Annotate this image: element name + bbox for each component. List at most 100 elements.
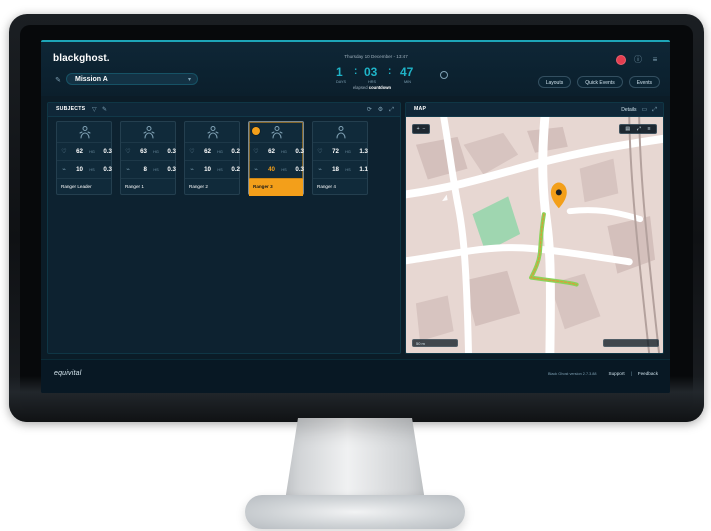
expand-icon[interactable]: ⤢ [389,106,394,114]
heart-icon: ♡ [253,148,259,155]
avatar-area [185,122,239,142]
metric-value: 10 [204,166,211,173]
map-scale: 50 m [412,339,458,347]
temperature-icon: ⌁ [318,166,322,173]
heart-icon: ♡ [61,148,67,155]
avatar-area [313,122,367,142]
details-label[interactable]: Details [621,106,636,114]
heart-icon: ♡ [189,148,195,155]
metric-row-second: ⌁ 10 HS 0.3 [57,160,112,178]
metric-row-hr: ♡ 62 HG 0.3 [249,142,304,160]
metric-label: HG [217,149,223,154]
metric-value: 8 [143,166,147,173]
mission-select[interactable]: Mission A ▾ [66,73,198,85]
subject-name: Ranger 3 [253,184,273,189]
elapsed-mode: elapsed countdown [327,85,417,90]
metric-row-second: ⌁ 40 HS 0.3 [249,160,304,178]
map-header-icons: Details ▭ ⤢ [621,106,657,114]
metric-extra: 0.3 [167,166,176,173]
subject-card-ranger-3[interactable]: ♡ 62 HG 0.3 ⌁ 40 HS 0.3 Ranger 3 [248,121,304,196]
avatar-area [57,122,111,142]
subject-name-bar: Ranger 3 [249,178,303,196]
temperature-icon: ⌁ [126,166,130,173]
subjects-cards: ♡ 62 HG 0.3 ⌁ 10 HS 0.3 Ranger Leader ♡ … [56,121,376,201]
metric-value: 72 [332,148,339,155]
footer-separator: | [630,371,632,376]
top-bar: blackghost. Thursday 10 December - 13:47… [41,42,670,96]
metric-value: 10 [76,166,83,173]
subject-card-ranger-leader[interactable]: ♡ 62 HG 0.3 ⌁ 10 HS 0.3 Ranger Leader [56,121,112,195]
subject-card-ranger-2[interactable]: ♡ 62 HG 0.2 ⌁ 10 HS 0.2 Ranger 2 [184,121,240,195]
info-icon[interactable]: ⓘ [633,55,643,65]
person-icon [143,126,155,139]
metric-label: HS [89,167,95,172]
subject-name: Ranger 1 [125,184,144,189]
events-button[interactable]: Events [628,76,660,88]
alert-dot [252,127,260,135]
map-panel: MAP Details ▭ ⤢ + − ▤ ⤢ ≡ 50 m [405,102,664,354]
countdown-settings-icon[interactable] [440,71,448,79]
subject-card-ranger-4[interactable]: ♡ 72 HG 1.3 ⌁ 18 HS 1.1 Ranger 4 [312,121,368,195]
monitor-stand-neck [284,418,426,504]
subjects-title: SUBJECTS [56,106,86,112]
metric-extra: 0.3 [167,148,176,155]
gear-icon[interactable]: ⚙ [378,106,383,114]
countdown-separator-2: : [388,66,392,77]
metric-row-second: ⌁ 10 HS 0.2 [185,160,240,178]
countdown-label-mins: MIN [404,80,411,84]
map-zoom-controls[interactable]: + − [412,124,430,134]
subjects-panel-header: SUBJECTS ▽ ✎ ⟳ ⚙ ⤢ [48,103,400,117]
subjects-panel: SUBJECTS ▽ ✎ ⟳ ⚙ ⤢ ♡ 62 HG 0.3 ⌁ 10 HS 0… [47,102,401,354]
metric-label: HS [153,167,159,172]
countdown-label-hours: HRS [368,80,377,84]
layers-icon[interactable]: ▤ [625,124,630,134]
edit-icon[interactable]: ✎ [102,106,107,114]
metric-row-hr: ♡ 63 HG 0.3 [121,142,176,160]
countdown-hours: 03 [364,65,378,79]
quick-events-button[interactable]: Quick Events [577,76,623,88]
subject-name: Ranger 2 [189,184,208,189]
metric-value: 18 [332,166,339,173]
expand-icon[interactable]: ⤢ [652,106,657,114]
countdown-separator-1: : [354,66,358,77]
metric-extra: 0.2 [231,166,240,173]
main-area: SUBJECTS ▽ ✎ ⟳ ⚙ ⤢ ♡ 62 HG 0.3 ⌁ 10 HS 0… [41,96,670,393]
brand-logo: equivital [54,370,82,377]
menu-icon[interactable]: ≡ [648,124,651,134]
monitor-scene: blackghost. Thursday 10 December - 13:47… [0,0,711,531]
metric-label: HG [89,149,95,154]
map-title: MAP [414,106,427,112]
avatar-area [121,122,175,142]
map-canvas[interactable]: + − ▤ ⤢ ≡ 50 m [406,117,663,353]
subject-name-bar: Ranger 4 [313,178,367,196]
version-text: Black Ghost version 2.7.3.88 [547,371,597,376]
map-panel-header: MAP Details ▭ ⤢ [406,103,663,117]
layouts-button[interactable]: Layouts [537,76,572,88]
refresh-icon[interactable]: ⟳ [367,106,372,114]
subjects-header-icons: ⟳ ⚙ ⤢ [367,106,394,114]
support-link[interactable]: Support [609,371,625,376]
map-attribution [603,339,659,347]
metric-row-second: ⌁ 8 HS 0.3 [121,160,176,178]
metric-label: HS [345,167,351,172]
zoom-in-icon[interactable]: + [417,124,420,134]
metric-extra: 0.2 [231,148,240,155]
notifications-icon[interactable] [616,55,626,65]
monitor-stand-base [245,495,465,529]
mission-name: Mission A [75,76,108,83]
menu-icon[interactable]: ≡ [650,55,660,65]
filter-icon[interactable]: ▽ [92,106,97,114]
map-tools[interactable]: ▤ ⤢ ≡ [619,124,657,134]
temperature-icon: ⌁ [254,166,258,173]
feedback-link[interactable]: Feedback [638,371,658,376]
subject-name-bar: Ranger 1 [121,178,175,196]
date-time: Thursday 10 December - 13:47 [344,54,408,59]
map-svg [406,117,663,353]
fullscreen-icon[interactable]: ⤢ [637,124,641,134]
details-icon[interactable]: ▭ [642,106,648,114]
footer: equivital Black Ghost version 2.7.3.88 S… [41,359,670,393]
edit-icon[interactable]: ✎ [53,76,63,86]
temperature-icon: ⌁ [62,166,66,173]
subject-card-ranger-1[interactable]: ♡ 63 HG 0.3 ⌁ 8 HS 0.3 Ranger 1 [120,121,176,195]
zoom-out-icon[interactable]: − [423,124,426,134]
